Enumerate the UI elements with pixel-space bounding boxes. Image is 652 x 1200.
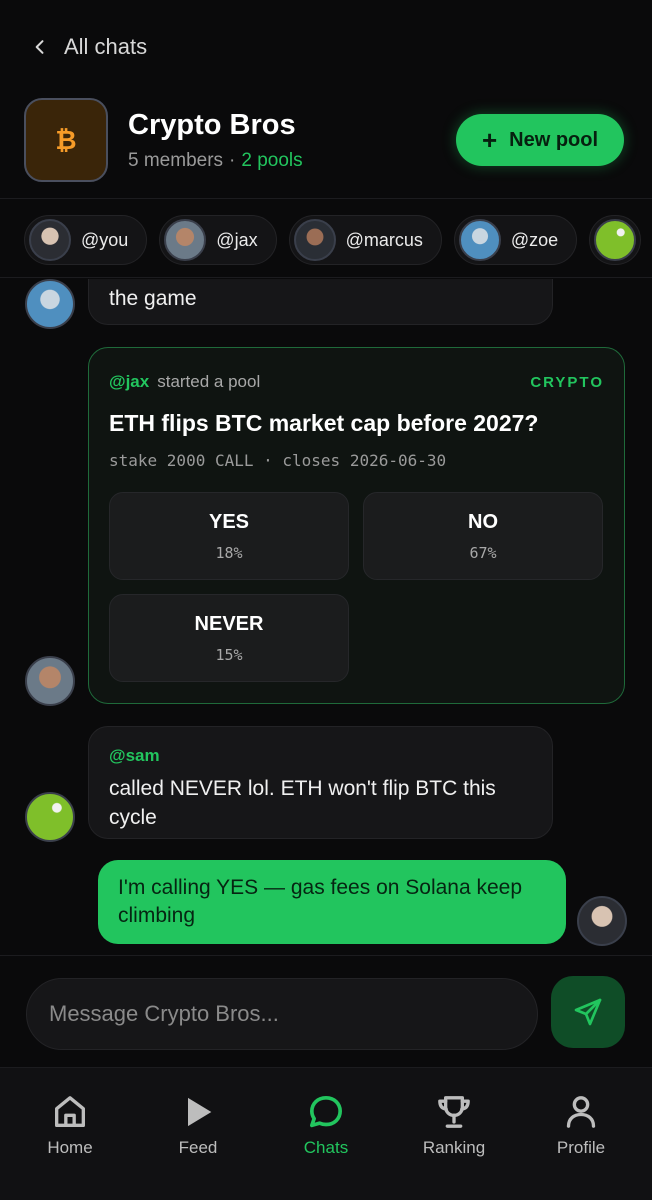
- user-icon: [566, 1096, 596, 1128]
- group-header: ₿ Crypto Bros 5 members · 2 pools + New po…: [24, 98, 628, 182]
- pool-option-yes[interactable]: YES 18%: [109, 492, 349, 580]
- tab-label: Profile: [556, 1138, 606, 1157]
- meta-separator: ·: [229, 149, 236, 171]
- option-percent: 15%: [215, 645, 243, 664]
- member-handle: @zoe: [510, 229, 559, 250]
- avatar: [577, 896, 627, 946]
- pool-creator: @jax: [109, 372, 150, 391]
- member-handle: @jax: [216, 229, 258, 250]
- tab-profile[interactable]: Profile: [531, 1092, 631, 1158]
- avatar: [25, 792, 75, 842]
- top-nav: All chats: [0, 0, 652, 100]
- home-icon: [55, 1096, 86, 1127]
- pool-options: YES 18% NO 67% NEVER 15%: [109, 492, 604, 682]
- avatar: [458, 219, 501, 261]
- member-handle: @you: [81, 229, 129, 250]
- pool-card[interactable]: @jax started a pool CRYPTO ETH flips BTC …: [88, 347, 625, 704]
- option-percent: 67%: [469, 543, 497, 562]
- option-label: NEVER: [194, 612, 264, 635]
- group-info: Crypto Bros 5 members · 2 pools: [128, 109, 303, 172]
- message-sender: @sam: [109, 746, 160, 765]
- member-chip-marcus[interactable]: @marcus: [288, 215, 442, 265]
- pool-action: started a pool: [157, 372, 261, 391]
- message-input-placeholder: Message Crypto Bros...: [49, 1001, 279, 1026]
- members-strip[interactable]: @you @jax @marcus @zoe: [0, 198, 652, 278]
- avatar: [25, 656, 75, 706]
- group-name: Crypto Bros: [128, 108, 296, 141]
- message-input[interactable]: Message Crypto Bros...: [26, 978, 538, 1050]
- member-chip-sam[interactable]: [589, 215, 642, 265]
- option-label: NO: [468, 510, 498, 533]
- message-text: I'm calling YES — gas fees on Solana kee…: [118, 876, 523, 927]
- pool-option-never[interactable]: NEVER 15%: [109, 594, 349, 682]
- trophy-icon: [438, 1096, 470, 1128]
- chat-thread[interactable]: the game @jax started a pool CRYPTO ETH f…: [0, 279, 652, 955]
- avatar: [164, 219, 207, 261]
- avatar: [594, 219, 637, 261]
- back-link[interactable]: All chats: [30, 34, 147, 60]
- chevron-left-icon: [35, 40, 44, 54]
- message-text: the game: [109, 287, 197, 310]
- option-label: YES: [208, 510, 250, 533]
- tab-feed[interactable]: Feed: [148, 1092, 248, 1158]
- pool-meta: stake 2000 CALL · closes 2026-06-30: [109, 451, 447, 470]
- pool-option-no[interactable]: NO 67%: [363, 492, 603, 580]
- group-meta: 5 members · 2 pools: [128, 150, 303, 172]
- tab-chats[interactable]: Chats: [276, 1092, 376, 1158]
- message-bubble: the game: [88, 279, 553, 325]
- send-icon: [574, 998, 602, 1026]
- member-chip-you[interactable]: @you: [24, 215, 148, 265]
- bottom-tab-bar: Home Feed Chats Ranking Profile: [0, 1067, 652, 1200]
- new-pool-label: New pool: [509, 128, 599, 151]
- tab-ranking[interactable]: Ranking: [404, 1092, 504, 1158]
- back-label: All chats: [64, 34, 148, 59]
- member-chip-jax[interactable]: @jax: [159, 215, 277, 265]
- plus-icon: +: [481, 125, 498, 155]
- avatar: [293, 219, 336, 261]
- message-text: called NEVER lol. ETH won't flip BTC thi…: [109, 777, 496, 829]
- bitcoin-icon: ₿: [24, 98, 108, 182]
- message-bubble: @sam called NEVER lol. ETH won't flip BT…: [88, 726, 553, 839]
- member-count: 5 members: [128, 149, 224, 171]
- member-handle: @marcus: [345, 229, 423, 250]
- new-pool-button[interactable]: + New pool: [456, 114, 624, 166]
- avatar: [25, 279, 75, 329]
- send-button[interactable]: [551, 976, 625, 1048]
- avatar: [29, 219, 71, 261]
- play-icon: [188, 1097, 212, 1127]
- tab-label: Chats: [303, 1138, 349, 1157]
- own-message-bubble: I'm calling YES — gas fees on Solana kee…: [98, 860, 566, 944]
- tab-home[interactable]: Home: [20, 1092, 120, 1158]
- chat-bubble-icon: [310, 1096, 342, 1128]
- tab-label: Home: [47, 1138, 93, 1157]
- pool-question: ETH flips BTC market cap before 2027?: [109, 410, 539, 436]
- tab-label: Feed: [178, 1138, 218, 1157]
- option-percent: 18%: [215, 543, 243, 562]
- pool-category-badge: CRYPTO: [530, 373, 604, 391]
- tab-label: Ranking: [422, 1138, 486, 1157]
- pool-count: 2 pools: [241, 149, 303, 171]
- member-chip-zoe[interactable]: @zoe: [453, 215, 578, 265]
- composer: Message Crypto Bros...: [0, 955, 652, 1067]
